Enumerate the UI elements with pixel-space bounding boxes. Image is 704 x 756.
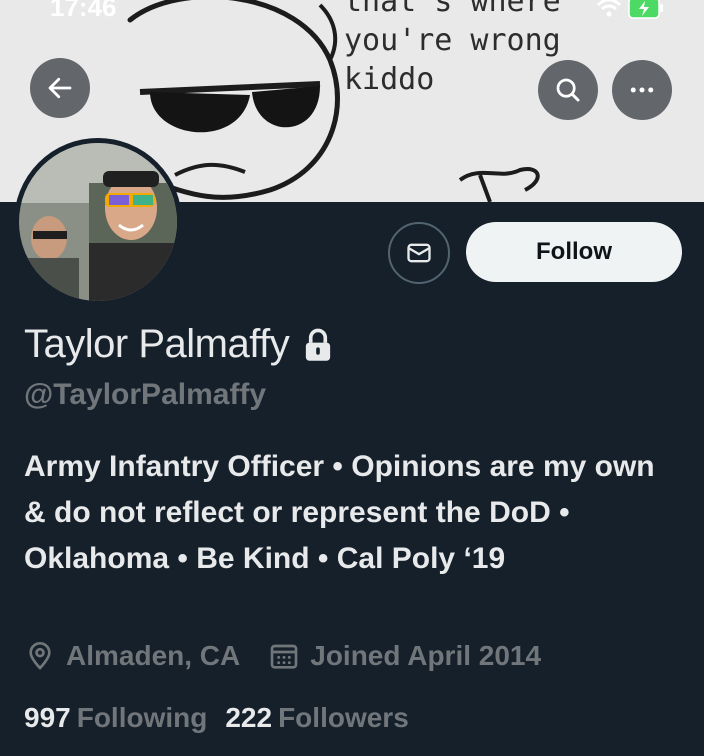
avatar-photo [19,143,177,301]
location-pin-icon [29,642,51,670]
wifi-icon [596,0,622,17]
following-label: Following [76,702,208,733]
more-button[interactable] [612,60,672,120]
followers-count: 222 [225,702,273,733]
mail-icon [407,243,431,263]
follow-button[interactable]: Follow [466,222,682,282]
display-name: Taylor Palmaffy [24,322,290,366]
back-button[interactable] [30,58,90,118]
battery-icon [628,0,663,19]
profile-avatar[interactable] [14,138,182,306]
message-button[interactable] [388,222,450,284]
follow-stats: 997 Following 222 Followers [24,702,409,734]
meme-line-3: kiddo [344,62,435,97]
more-horizontal-icon [630,87,654,93]
calendar-icon [270,644,298,669]
profile-bio: Army Infantry Officer • Opinions are my … [24,450,655,575]
user-handle: @TaylorPalmaffy [24,378,267,411]
lock-icon [306,328,331,361]
following-count: 997 [24,702,71,733]
search-button[interactable] [538,60,598,120]
followers-label: Followers [278,702,409,733]
joined-text: Joined April 2014 [310,640,542,671]
profile-meta: Almaden, CA Joined April 2014 [24,640,541,672]
location-item: Almaden, CA [24,640,240,672]
banner-meme-text: that's where you're wrong kiddo [344,0,561,180]
status-time: 17:46 [50,0,117,22]
following-stat[interactable]: 997 Following [24,702,207,734]
joined-item: Joined April 2014 [268,640,541,672]
location-text: Almaden, CA [66,640,241,671]
followers-stat[interactable]: 222 Followers [225,702,408,734]
search-icon [556,78,580,102]
display-name-row: Taylor Palmaffy [24,322,333,367]
arrow-left-icon [48,77,72,99]
meme-line-2: you're wrong [344,23,561,58]
meme-line-1: that's where [344,0,561,19]
